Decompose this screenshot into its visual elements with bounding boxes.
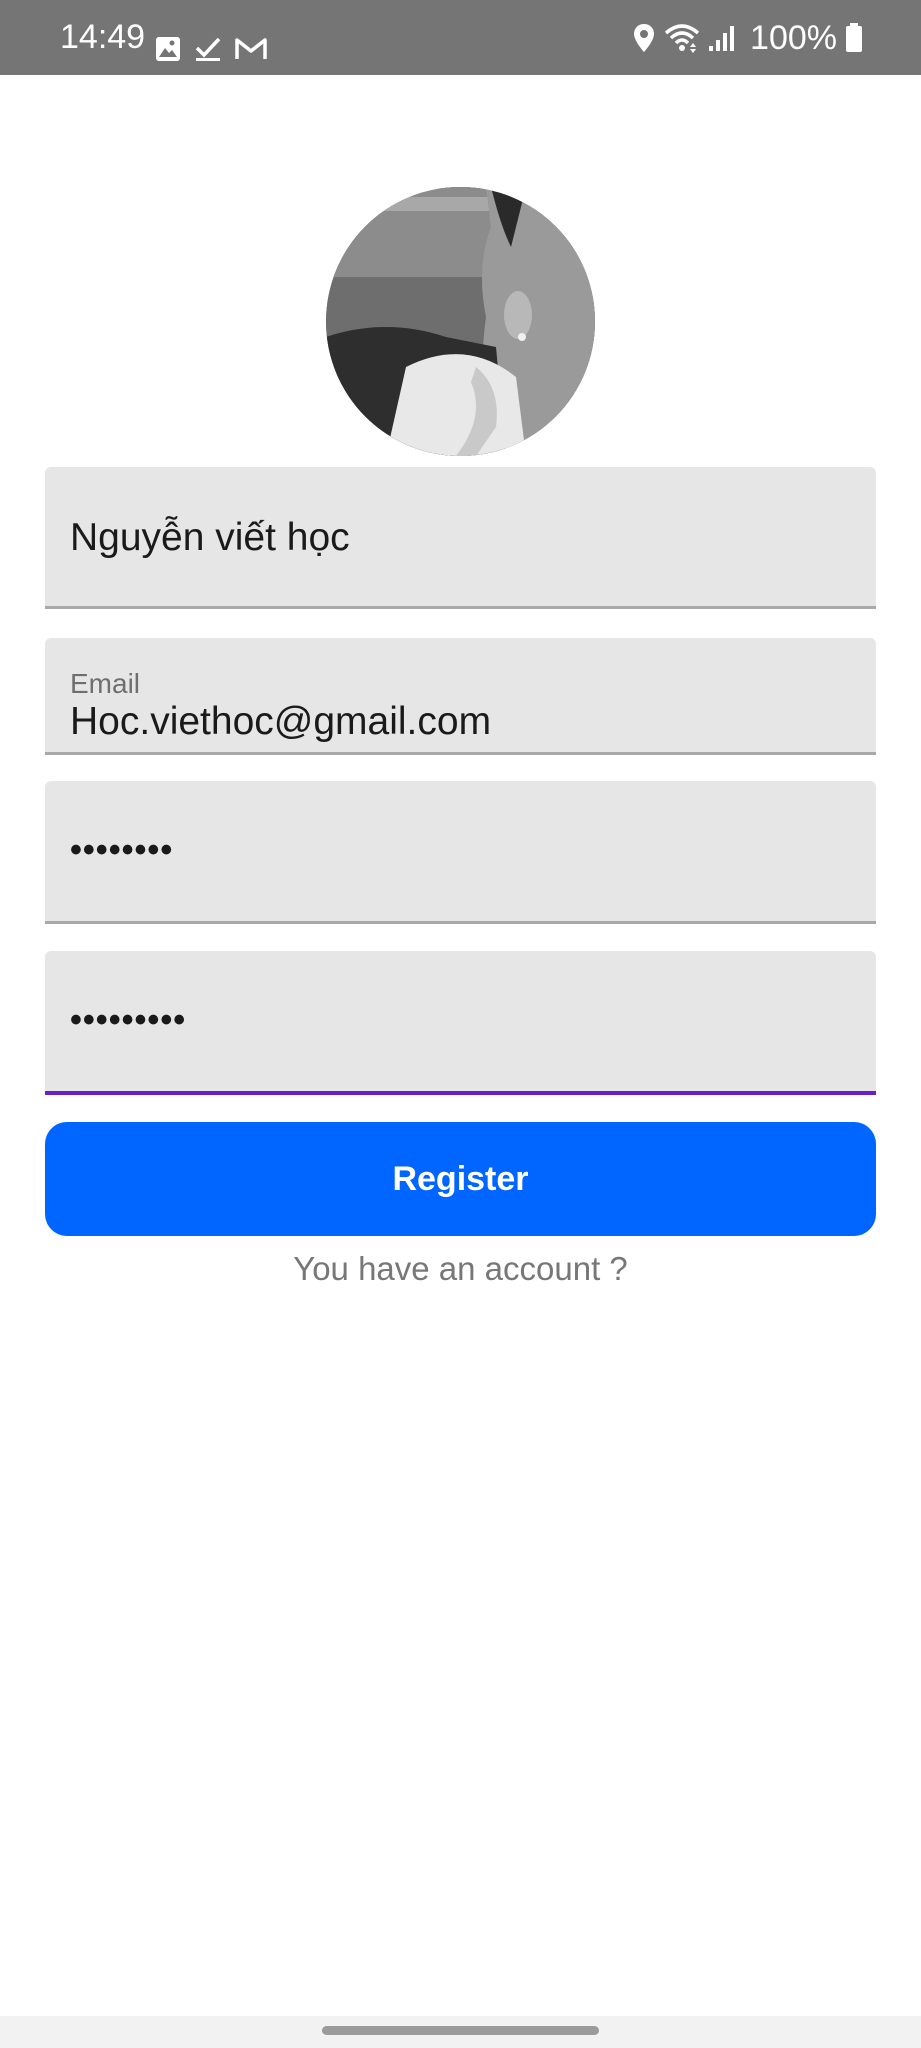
location-icon [632, 23, 656, 53]
confirm-password-underline [45, 1091, 876, 1095]
register-screen: 14:49 100% Nguyễn viết học Email Hoc.vie… [0, 0, 921, 2048]
avatar[interactable] [326, 187, 595, 456]
name-value: Nguyễn viết học [70, 516, 350, 559]
status-time: 14:49 [60, 18, 146, 56]
notification-icons [155, 36, 267, 62]
signal-icon [708, 24, 736, 52]
login-link[interactable]: You have an account ? [0, 1250, 921, 1288]
email-field[interactable]: Email Hoc.viethoc@gmail.com [45, 638, 876, 755]
register-button[interactable]: Register [45, 1122, 876, 1236]
image-icon [155, 36, 181, 62]
battery-percent: 100% [750, 19, 837, 57]
email-label: Email [70, 668, 141, 699]
system-icons: 100% [632, 17, 863, 59]
name-field[interactable]: Nguyễn viết học [45, 467, 876, 609]
gmail-icon [235, 37, 267, 61]
profile-photo-icon [326, 187, 595, 456]
confirm-password-value: ••••••••• [70, 1001, 187, 1039]
email-value: Hoc.viethoc@gmail.com [70, 700, 492, 743]
confirm-password-field[interactable]: ••••••••• [45, 951, 876, 1095]
password-field[interactable]: •••••••• [45, 781, 876, 924]
battery-icon [845, 23, 863, 53]
navigation-bar [0, 2016, 921, 2048]
status-bar: 14:49 100% [0, 0, 921, 75]
name-underline [45, 606, 876, 609]
wifi-icon [664, 23, 700, 53]
password-underline [45, 921, 876, 924]
home-indicator[interactable] [322, 2026, 599, 2035]
password-value: •••••••• [70, 831, 174, 869]
email-underline [45, 752, 876, 755]
check-icon [195, 36, 221, 62]
